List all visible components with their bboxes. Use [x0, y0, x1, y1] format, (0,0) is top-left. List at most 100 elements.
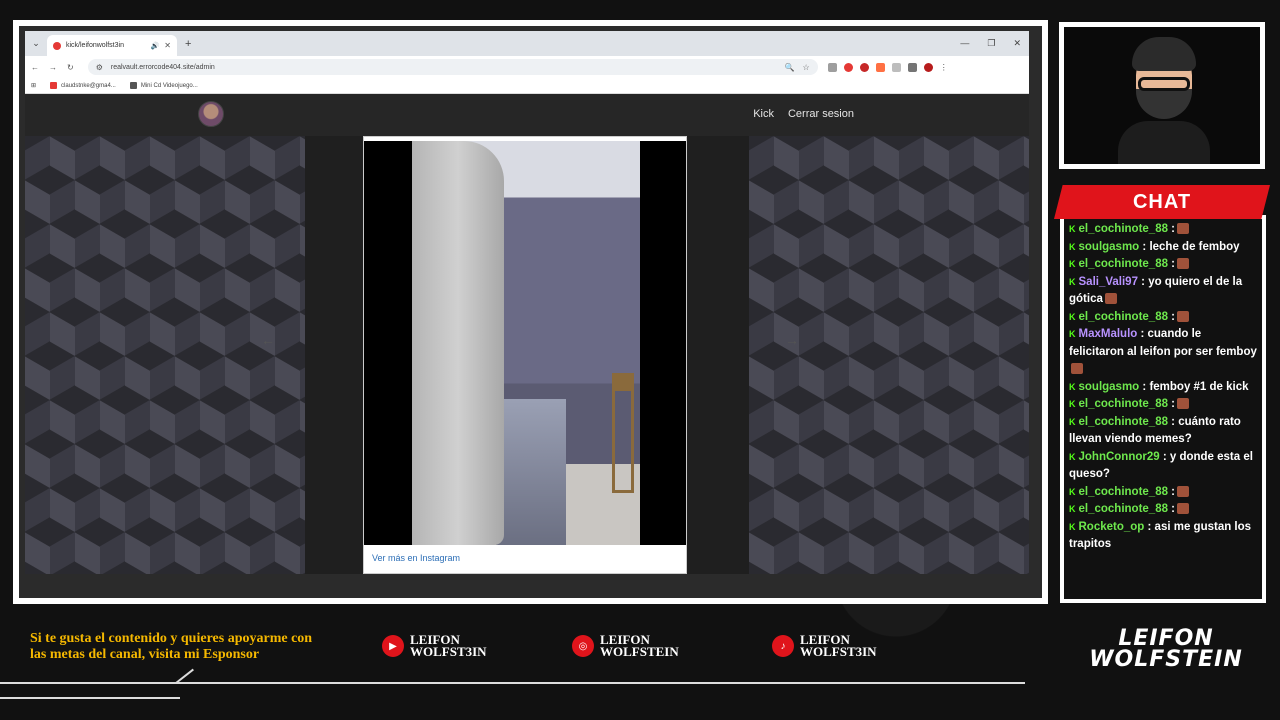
chat-username[interactable]: el_cochinote_88	[1079, 311, 1168, 323]
chat-message: K Rocketo_op : asi me gustan los trapitos	[1069, 519, 1257, 554]
nav-kick[interactable]: Kick	[753, 108, 774, 120]
chat-message: Kel_cochinote_88 :	[1069, 484, 1257, 502]
download-icon[interactable]	[907, 62, 917, 72]
bookmark-gmail[interactable]: claudstnke@gma4...	[50, 82, 116, 89]
browser-tab[interactable]: kick/leifonwolfst3in 🔊 ✕	[47, 35, 177, 56]
chat-username[interactable]: el_cochinote_88	[1079, 503, 1168, 515]
chat-message: Kel_cochinote_88 :	[1069, 309, 1257, 327]
minimize-icon[interactable]: —	[960, 38, 969, 49]
kick-badge-icon: K	[1069, 416, 1076, 427]
kick-badge-icon: K	[1069, 259, 1076, 269]
nav-logout[interactable]: Cerrar sesion	[788, 108, 854, 120]
emote-icon	[1177, 223, 1190, 235]
emote-icon	[1177, 503, 1190, 515]
restore-icon[interactable]: ❐	[987, 38, 995, 49]
emote-icon	[1177, 485, 1190, 497]
chat-messages: Kel_cochinote_88 : Ksoulgasmo : leche de …	[1064, 219, 1262, 599]
gmail-icon	[50, 82, 58, 89]
video-chair	[612, 373, 634, 493]
next-arrow-icon[interactable]: →	[785, 332, 799, 348]
chat-message: Kel_cochinote_88 :	[1069, 396, 1257, 414]
view-more-instagram-link[interactable]: Ver más en Instagram	[372, 553, 460, 563]
chat-text: :	[1167, 258, 1176, 270]
chat-username[interactable]: JohnConnor29	[1079, 451, 1160, 463]
webcam-frame	[1059, 22, 1265, 169]
chat-username[interactable]: el_cochinote_88	[1079, 223, 1168, 235]
chat-message: K Sali_Vali97 : yo quiero el de la gótica	[1069, 274, 1257, 309]
chat-panel: Kel_cochinote_88 : Ksoulgasmo : leche de …	[1060, 215, 1266, 603]
back-icon[interactable]: ←	[31, 63, 39, 72]
support-text: Si te gusta el contenido y quieres apoya…	[30, 631, 313, 662]
tab-title: kick/leifonwolfst3in	[66, 42, 124, 49]
chat-message: Ksoulgasmo : leche de femboy	[1069, 239, 1257, 257]
kick-badge-icon: K	[1069, 224, 1076, 234]
metamask-icon[interactable]	[875, 62, 885, 72]
tab-search-icon[interactable]: ⌄	[25, 38, 47, 49]
chat-text: : femboy #1 de kick	[1139, 380, 1249, 393]
url-field[interactable]: ⚙ realvault.errorcode404.site/admin 🔍 ☆	[87, 59, 818, 75]
zoom-icon[interactable]: 🔍	[785, 63, 795, 72]
chat-username[interactable]: soulgasmo	[1079, 381, 1140, 393]
chat-message: Kel_cochinote_88 :	[1069, 221, 1257, 239]
bookmark-videojuego[interactable]: Mini Cd Videojuego...	[129, 82, 198, 89]
puzzle-icon[interactable]	[891, 62, 901, 72]
chat-message: Kel_cochinote_88 :	[1069, 256, 1257, 274]
youtube-icon: ▶	[382, 635, 404, 657]
emote-icon	[1177, 310, 1190, 322]
instagram-icon: ◎	[572, 635, 594, 657]
kick-badge-icon: K	[1069, 311, 1076, 322]
new-tab-icon[interactable]: +	[185, 38, 191, 50]
site-logo[interactable]	[198, 101, 224, 127]
chat-message: K JohnConnor29 : y donde esta el queso?	[1069, 449, 1257, 484]
chat-username[interactable]: Sali_Vali97	[1079, 276, 1138, 288]
webcam-feed	[1064, 27, 1260, 164]
chat-username[interactable]: el_cochinote_88	[1079, 398, 1168, 410]
extension-icon[interactable]	[843, 62, 853, 72]
kick-badge-icon: K	[1069, 451, 1076, 462]
chat-text: :	[1167, 503, 1176, 515]
kick-badge-icon: K	[1069, 399, 1076, 409]
chat-message: K MaxMalulo : cuando le felicitaron al le…	[1069, 326, 1257, 379]
emote-icon	[1104, 293, 1117, 305]
kick-badge-icon: K	[1069, 276, 1076, 287]
social-tiktok: ♪ LEIFON WOLFST3IN	[772, 633, 877, 658]
emote-icon	[1071, 363, 1083, 375]
opera-icon[interactable]	[859, 62, 869, 72]
cube-pattern-left	[25, 136, 305, 574]
tab-bar: ⌄ kick/leifonwolfst3in 🔊 ✕ + — ❐ ✕	[25, 31, 1029, 56]
video-bed	[496, 399, 566, 545]
chat-username[interactable]: el_cochinote_88	[1079, 416, 1168, 428]
cube-pattern-right	[749, 136, 1029, 574]
chat-username[interactable]: soulgasmo	[1079, 241, 1140, 253]
site-info-icon[interactable]: ⚙	[96, 63, 103, 72]
forward-icon[interactable]: →	[49, 63, 57, 72]
more-menu-icon[interactable]: ⋮	[940, 63, 948, 72]
site-nav: Kick Cerrar sesion	[753, 108, 854, 120]
profile-avatar[interactable]	[923, 62, 933, 72]
emote-icon	[1177, 258, 1190, 270]
close-window-icon[interactable]: ✕	[1013, 38, 1021, 49]
content-area: ← → Ver más en Instagram	[25, 136, 1029, 574]
chat-username[interactable]: MaxMalulo	[1079, 328, 1138, 340]
chat-username[interactable]: el_cochinote_88	[1079, 486, 1168, 498]
chat-username[interactable]: el_cochinote_88	[1079, 258, 1168, 270]
bookmarks-bar: ⊞ claudstnke@gma4... Mini Cd Videojuego.…	[25, 78, 1029, 94]
chat-username[interactable]: Rocketo_op	[1079, 521, 1145, 533]
audio-icon[interactable]: 🔊	[151, 42, 160, 50]
reload-icon[interactable]: ↻	[67, 63, 74, 72]
bookmark-star-icon[interactable]: ☆	[803, 63, 810, 72]
kick-badge-icon: K	[1069, 521, 1076, 532]
chat-message: Kel_cochinote_88 : cuánto rato llevan vi…	[1069, 414, 1257, 449]
extension-icon[interactable]	[827, 62, 837, 72]
tab-close-icon[interactable]: ✕	[164, 41, 171, 50]
extensions: ⋮	[827, 62, 948, 72]
apps-grid-icon[interactable]: ⊞	[31, 82, 36, 89]
tiktok-icon: ♪	[772, 635, 794, 657]
kick-badge-icon: K	[1069, 486, 1076, 497]
chat-text: :	[1167, 485, 1176, 498]
kick-badge-icon: K	[1069, 241, 1076, 252]
instagram-video[interactable]	[364, 141, 686, 545]
kick-badge-icon: K	[1069, 381, 1076, 392]
instagram-embed: Ver más en Instagram	[363, 136, 687, 574]
prev-arrow-icon[interactable]: ←	[261, 332, 275, 348]
